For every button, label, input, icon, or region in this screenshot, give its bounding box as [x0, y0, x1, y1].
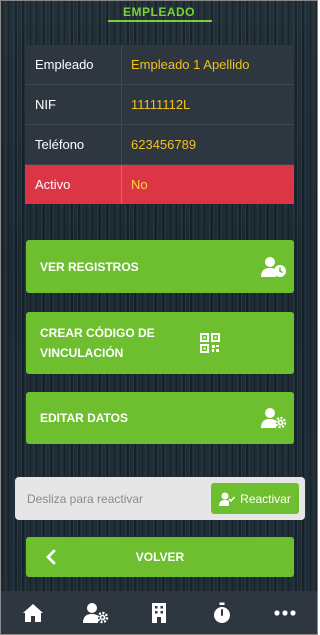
crear-codigo-button[interactable]: CREAR CÓDIGO DE VINCULACIÓN	[26, 312, 294, 374]
employee-info-table: Empleado Empleado 1 Apellido NIF 1111111…	[25, 45, 294, 204]
user-clock-icon	[254, 256, 294, 278]
stopwatch-icon[interactable]	[202, 593, 242, 633]
user-settings-icon[interactable]	[76, 593, 116, 633]
crear-codigo-label: CREAR CÓDIGO DE VINCULACIÓN	[40, 326, 155, 360]
info-row-telefono: Teléfono 623456789	[25, 125, 294, 165]
chevron-left-icon	[26, 549, 76, 565]
info-label: Activo	[35, 177, 71, 192]
ver-registros-label: VER REGISTROS	[40, 259, 139, 274]
employee-screen: EMPLEADO Empleado Empleado 1 Apellido NI…	[0, 0, 318, 635]
status-value: No	[131, 177, 148, 192]
bottom-nav	[1, 591, 317, 634]
info-row-activo: Activo No	[25, 165, 294, 204]
info-label: Empleado	[35, 57, 94, 72]
info-row-empleado: Empleado Empleado 1 Apellido	[25, 45, 294, 85]
ver-registros-button[interactable]: VER REGISTROS	[26, 240, 294, 293]
volver-label: VOLVER	[135, 550, 185, 564]
home-icon[interactable]	[13, 593, 53, 633]
info-label: NIF	[35, 97, 56, 112]
info-label: Teléfono	[35, 137, 85, 152]
reactivar-label: Reactivar	[240, 491, 291, 506]
more-icon[interactable]	[265, 593, 305, 633]
user-check-icon	[219, 492, 236, 506]
slider-placeholder: Desliza para reactivar	[27, 491, 144, 506]
page-title: EMPLEADO	[122, 5, 195, 19]
building-icon[interactable]	[139, 593, 179, 633]
info-value: 623456789	[131, 137, 197, 152]
editar-datos-button[interactable]: EDITAR DATOS	[26, 392, 294, 444]
info-value: 11111112L	[131, 97, 191, 112]
info-value: Empleado 1 Apellido	[131, 57, 250, 72]
qr-code-icon	[190, 333, 230, 353]
editar-datos-label: EDITAR DATOS	[40, 411, 129, 425]
user-gear-icon	[254, 407, 294, 429]
info-row-nif: NIF 11111112L	[25, 85, 294, 125]
reactivate-slider[interactable]: Desliza para reactivar Reactivar	[15, 477, 305, 520]
title-underline	[108, 20, 212, 22]
reactivar-slider-handle[interactable]: Reactivar	[211, 483, 299, 514]
volver-button[interactable]: VOLVER	[26, 537, 294, 577]
